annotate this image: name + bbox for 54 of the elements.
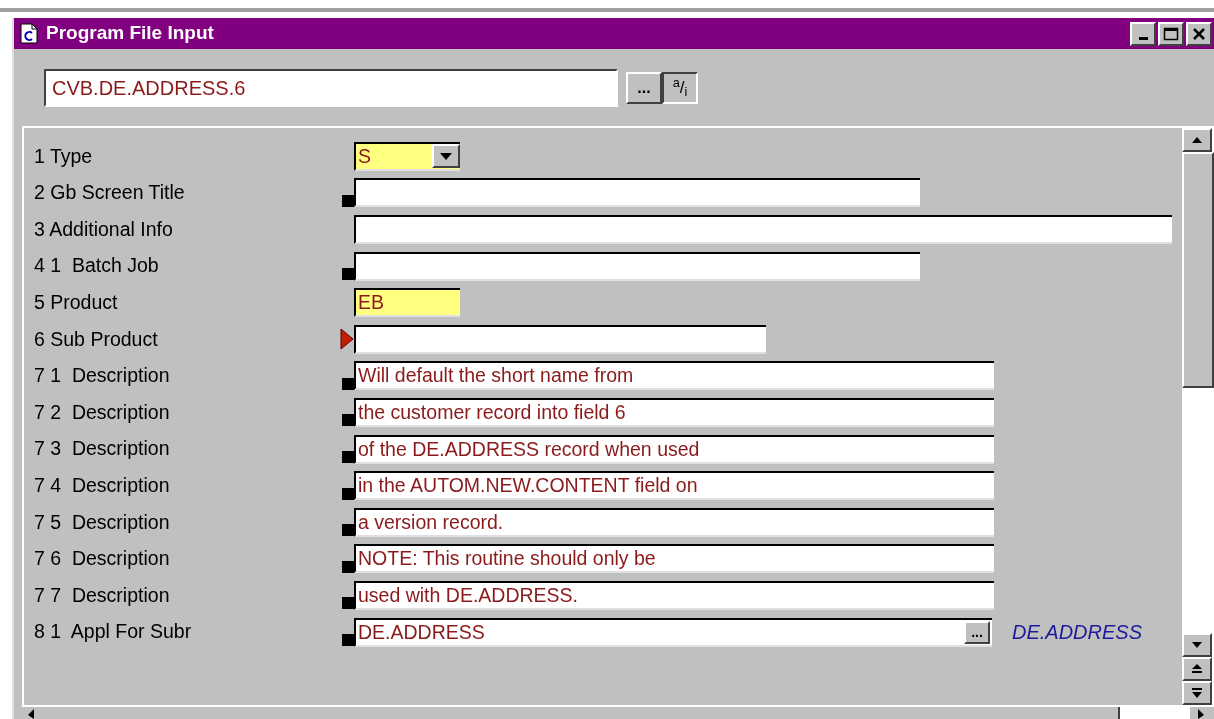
field-label: 2 Gb Screen Title: [33, 180, 186, 206]
close-icon: [1192, 26, 1206, 41]
scroll-up-button[interactable]: [1182, 128, 1212, 152]
maximize-button[interactable]: [1158, 21, 1184, 46]
minimize-icon: [1138, 37, 1148, 40]
input-field[interactable]: in the AUTOM.NEW.CONTENT field on: [354, 471, 994, 501]
field-label: 7 2 Description: [33, 399, 171, 425]
input-field[interactable]: [354, 215, 1172, 244]
record-id-field[interactable]: CVB.DE.ADDRESS.6: [44, 68, 618, 107]
input-field[interactable]: a version record.: [354, 507, 994, 537]
caret-icon: [440, 152, 452, 160]
enrichment-text: DE.ADDRESS: [1012, 620, 1143, 645]
field-label: 7 6 Description: [33, 546, 171, 572]
field-label: 7 4 Description: [33, 473, 171, 498]
page-down-button[interactable]: [1182, 681, 1212, 705]
field-label: 8 1 Appl For Subr: [33, 619, 193, 645]
first-page-icon: [1192, 663, 1202, 675]
dropdown-field[interactable]: S: [354, 141, 460, 171]
last-page-icon: [1192, 687, 1202, 699]
input-field[interactable]: [354, 251, 920, 281]
input-field[interactable]: the customer record into field 6: [354, 397, 994, 427]
scroll-down-button[interactable]: [1182, 633, 1212, 657]
close-button[interactable]: [1186, 21, 1212, 46]
input-field[interactable]: [354, 324, 766, 354]
window-title: Program File Input: [46, 21, 214, 46]
field-label: 4 1 Batch Job: [33, 253, 160, 279]
input-field[interactable]: EB: [354, 288, 460, 318]
page-up-button[interactable]: [1182, 657, 1212, 681]
input-field[interactable]: Will default the short name from: [354, 361, 994, 391]
maximize-icon: [1163, 26, 1179, 41]
lookup-button[interactable]: ...: [626, 71, 662, 104]
input-field[interactable]: NOTE: This routine should only be: [354, 544, 994, 574]
field-label: 6 Sub Product: [33, 326, 159, 352]
toggle-button[interactable]: $^{a}$/$_{i}$: [662, 71, 698, 104]
field-label: 7 1 Description: [33, 363, 171, 389]
field-label: 3 Additional Info: [33, 216, 174, 242]
field-label: 7 3 Description: [33, 436, 171, 462]
vertical-scrollbar[interactable]: [1182, 128, 1214, 705]
field-label: 1 Type: [33, 143, 94, 169]
input-field[interactable]: used with DE.ADDRESS.: [354, 580, 994, 610]
dropdown-button[interactable]: [432, 144, 460, 169]
lookup-button[interactable]: ...: [964, 620, 990, 644]
field-label: 5 Product: [33, 290, 119, 316]
input-field[interactable]: DE.ADDRESS ...: [354, 617, 992, 647]
field-label: 7 7 Description: [33, 582, 171, 608]
scroll-thumb[interactable]: [1118, 707, 1190, 719]
down-arrow-icon: [1192, 642, 1202, 648]
document-icon: [20, 23, 38, 44]
up-arrow-icon: [1192, 137, 1202, 143]
field-label: 7 5 Description: [33, 509, 171, 535]
input-field[interactable]: [354, 178, 920, 208]
input-field[interactable]: of the DE.ADDRESS record when used: [354, 434, 994, 464]
minimize-button[interactable]: [1130, 21, 1156, 46]
horizontal-scrollbar[interactable]: [22, 705, 1214, 719]
